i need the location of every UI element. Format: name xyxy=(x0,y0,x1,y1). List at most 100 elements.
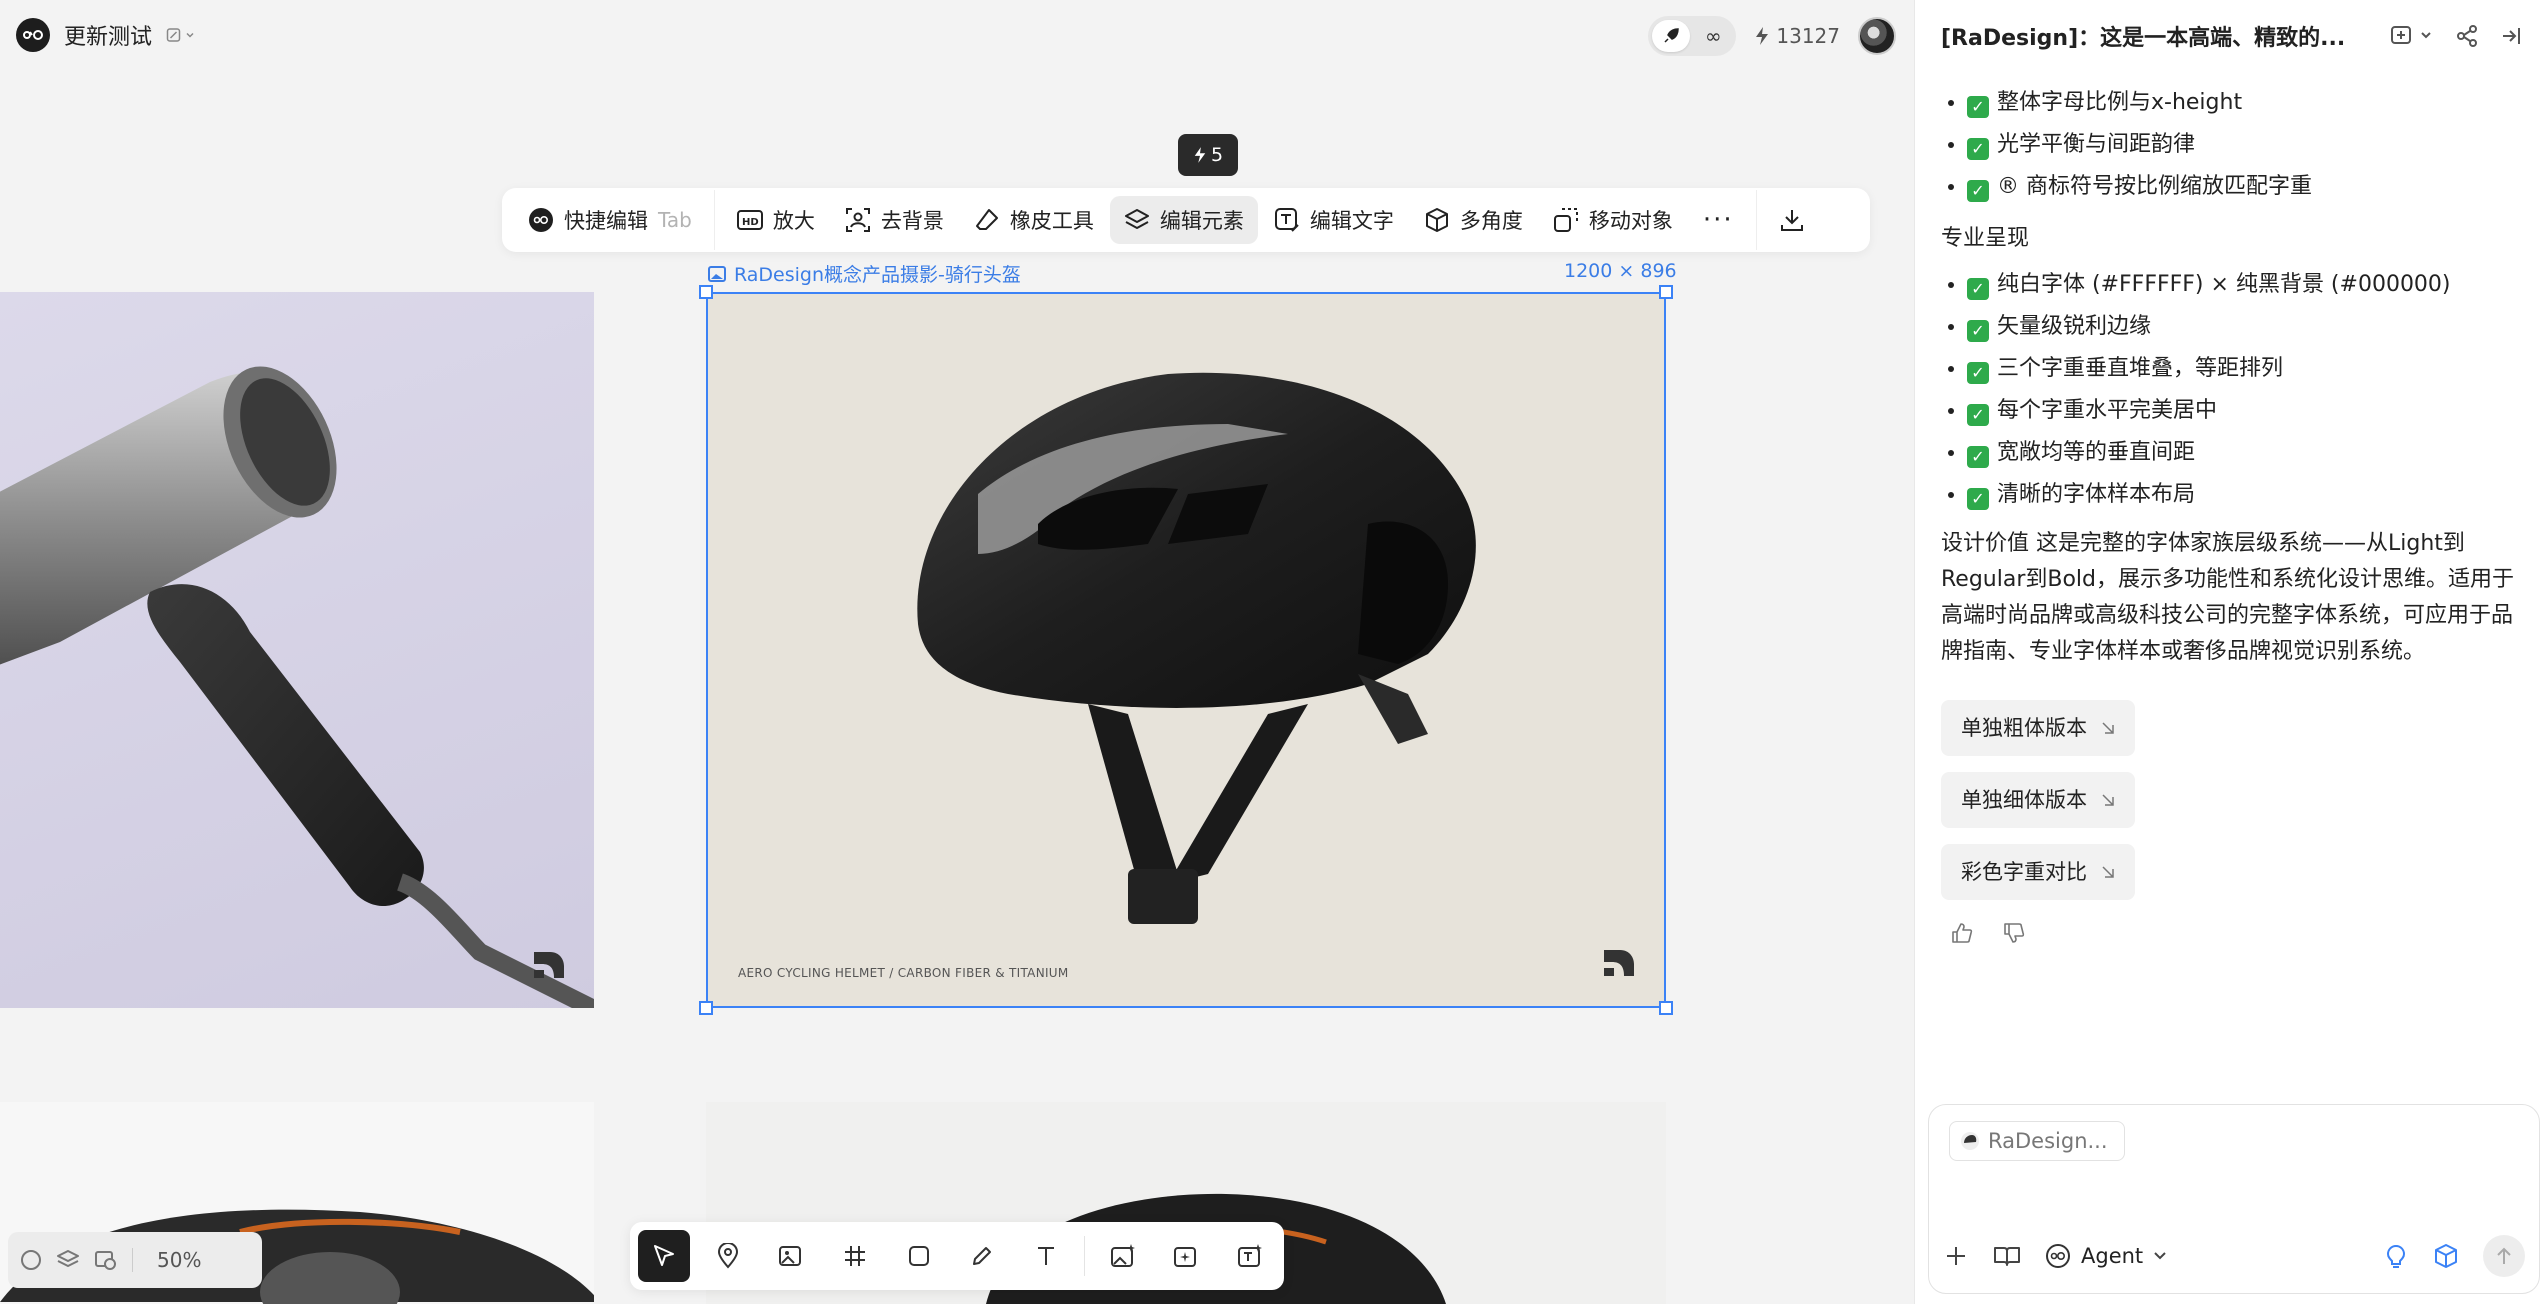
message-composer[interactable]: RaDesign... Agent xyxy=(1928,1104,2540,1294)
image-toolbar: 快捷编辑 Tab HD 放大 去背景 橡皮工具 编辑元素 编辑文字 多角度 移动… xyxy=(502,188,1870,252)
helmet-illustration xyxy=(917,372,1476,924)
select-tool-button[interactable] xyxy=(638,1230,690,1282)
collapse-panel-icon[interactable] xyxy=(2500,25,2522,47)
rectangle-tool-button[interactable] xyxy=(893,1230,945,1282)
canvas[interactable]: 更新测试 ∞ 13127 5 快捷编辑 Tab HD 放大 去背景 橡皮工具 编… xyxy=(0,0,1914,1304)
eraser-label: 橡皮工具 xyxy=(1009,209,1094,233)
thumbs-down-icon[interactable] xyxy=(2003,922,2025,944)
frame-dimensions: 1200 × 896 xyxy=(1564,260,1677,282)
marker-tool-button[interactable] xyxy=(702,1230,754,1282)
cube-icon xyxy=(1424,207,1450,233)
list-item: ✓ 纯白字体 (#FFFFFF) × 纯黑背景 (#000000) xyxy=(1967,264,2522,306)
panel-header: [RaDesign]：这是一本高端、精致的... xyxy=(1915,0,2548,72)
square-icon xyxy=(908,1246,929,1266)
more-options-button[interactable]: ··· xyxy=(1689,196,1748,244)
chevron-down-icon xyxy=(2154,1252,2166,1260)
edit-text-label: 编辑文字 xyxy=(1309,209,1394,233)
feedback-buttons xyxy=(1941,922,2522,944)
book-icon[interactable] xyxy=(1993,1244,2021,1268)
composer-right-controls xyxy=(2383,1235,2525,1277)
upscale-button[interactable]: HD 放大 xyxy=(723,196,829,244)
list-item-text: 宽敞均等的垂直间距 xyxy=(1997,440,2196,465)
app-logo-icon[interactable] xyxy=(16,18,50,52)
ai-image-button[interactable] xyxy=(1097,1230,1149,1282)
hair-dryer-image[interactable] xyxy=(0,292,594,1008)
frame-label[interactable]: RaDesign概念产品摄影-骑行头盔 xyxy=(708,260,1021,287)
frame-tool-button[interactable] xyxy=(829,1230,881,1282)
minimap-icon[interactable] xyxy=(94,1249,118,1271)
agent-label: Agent xyxy=(2081,1244,2144,1268)
infinity-mode[interactable]: ∞ xyxy=(1694,20,1732,52)
remove-background-button[interactable]: 去背景 xyxy=(831,196,958,244)
credits-display[interactable]: 13127 xyxy=(1754,24,1840,48)
toolbar-divider xyxy=(1755,190,1757,250)
list-item-text: 矢量级锐利边缘 xyxy=(1997,314,2152,339)
list-item: ✓ ® 商标符号按比例缩放匹配字重 xyxy=(1967,166,2522,208)
resize-handle-top-left[interactable] xyxy=(699,285,713,299)
pen-tool-button[interactable] xyxy=(956,1230,1008,1282)
layers-icon[interactable] xyxy=(56,1249,80,1271)
plus-icon[interactable] xyxy=(1943,1243,1969,1269)
suggestion-label: 单独细体版本 xyxy=(1961,788,2087,812)
share-icon[interactable] xyxy=(2456,25,2478,47)
list-item: ✓ 三个字重垂直堆叠，等距排列 xyxy=(1967,348,2522,390)
download-button[interactable] xyxy=(1765,196,1819,244)
topbar-right: ∞ 13127 xyxy=(1648,16,1896,56)
lightning-icon xyxy=(1194,147,1206,163)
quick-edit-label: 快捷编辑 xyxy=(564,209,648,233)
remove-bg-icon xyxy=(845,207,871,233)
suggestion-bold-version[interactable]: 单独粗体版本 xyxy=(1941,700,2135,756)
ai-text-button[interactable] xyxy=(1224,1230,1276,1282)
toolbar-divider xyxy=(713,190,715,250)
list-item-text: 清晰的字体样本布局 xyxy=(1997,482,2196,507)
list-item: ✓ 清晰的字体样本布局 xyxy=(1967,474,2522,516)
assistant-message: ✓ 整体字母比例与x-height ✓ 光学平衡与间距韵律 ✓ ® 商标符号按比例缩放… xyxy=(1915,82,2548,944)
check-icon: ✓ xyxy=(1967,404,1989,426)
context-chip[interactable]: RaDesign... xyxy=(1949,1121,2125,1161)
suggestion-color-weight[interactable]: 彩色字重对比 xyxy=(1941,844,2135,900)
check-icon: ✓ xyxy=(1967,96,1989,118)
resize-handle-top-right[interactable] xyxy=(1659,285,1673,299)
tool-palette xyxy=(630,1222,1284,1290)
ai-edit-button[interactable] xyxy=(1160,1230,1212,1282)
rocket-icon[interactable] xyxy=(1652,20,1691,52)
image-caption: AERO CYCLING HELMET / CARBON FIBER & TIT… xyxy=(738,966,1069,980)
quick-edit-button[interactable]: 快捷编辑 Tab xyxy=(514,196,706,244)
arrow-down-right-icon xyxy=(2102,794,2114,806)
edit-text-button[interactable]: 编辑文字 xyxy=(1260,196,1408,244)
panel-actions xyxy=(2390,25,2522,47)
edit-text-icon xyxy=(1274,207,1300,233)
list-item: ✓ 每个字重水平完美居中 xyxy=(1967,390,2522,432)
suggestion-label: 彩色字重对比 xyxy=(1961,860,2087,884)
text-tool-button[interactable] xyxy=(1020,1230,1072,1282)
image-icon xyxy=(708,265,726,282)
thumbs-up-icon[interactable] xyxy=(1951,922,1973,944)
resize-handle-bottom-left[interactable] xyxy=(699,1001,713,1015)
image-tool-button[interactable] xyxy=(765,1230,817,1282)
zoom-level[interactable]: 50% xyxy=(157,1248,201,1272)
circle-icon[interactable] xyxy=(20,1249,42,1271)
mode-toggle[interactable]: ∞ xyxy=(1648,16,1737,56)
edit-elements-label: 编辑元素 xyxy=(1159,209,1244,233)
eraser-button[interactable]: 橡皮工具 xyxy=(960,196,1108,244)
cube-icon[interactable] xyxy=(2433,1243,2459,1269)
lightbulb-icon[interactable] xyxy=(2383,1243,2409,1269)
project-title[interactable]: 更新测试 xyxy=(64,19,152,51)
user-avatar[interactable] xyxy=(1858,17,1896,55)
suggestion-light-version[interactable]: 单独细体版本 xyxy=(1941,772,2135,828)
brand-logo-icon xyxy=(1604,950,1634,976)
list-item-text: 光学平衡与间距韵律 xyxy=(1997,132,2196,157)
project-header: 更新测试 xyxy=(16,18,196,52)
edit-elements-button[interactable]: 编辑元素 xyxy=(1109,196,1258,244)
agent-selector[interactable]: Agent xyxy=(2045,1243,2167,1269)
helmet-image-frame[interactable]: AERO CYCLING HELMET / CARBON FIBER & TIT… xyxy=(706,292,1666,1008)
new-chat-icon[interactable] xyxy=(2390,25,2434,47)
resize-handle-bottom-right[interactable] xyxy=(1659,1001,1673,1015)
chat-title[interactable]: [RaDesign]：这是一本高端、精致的... xyxy=(1941,20,2381,52)
send-button[interactable] xyxy=(2483,1235,2525,1277)
layers-icon xyxy=(1124,207,1150,233)
canvas-settings-icon[interactable] xyxy=(166,20,196,50)
move-object-button[interactable]: 移动对象 xyxy=(1539,196,1687,244)
multi-angle-button[interactable]: 多角度 xyxy=(1410,196,1537,244)
cursor-icon xyxy=(654,1245,674,1266)
